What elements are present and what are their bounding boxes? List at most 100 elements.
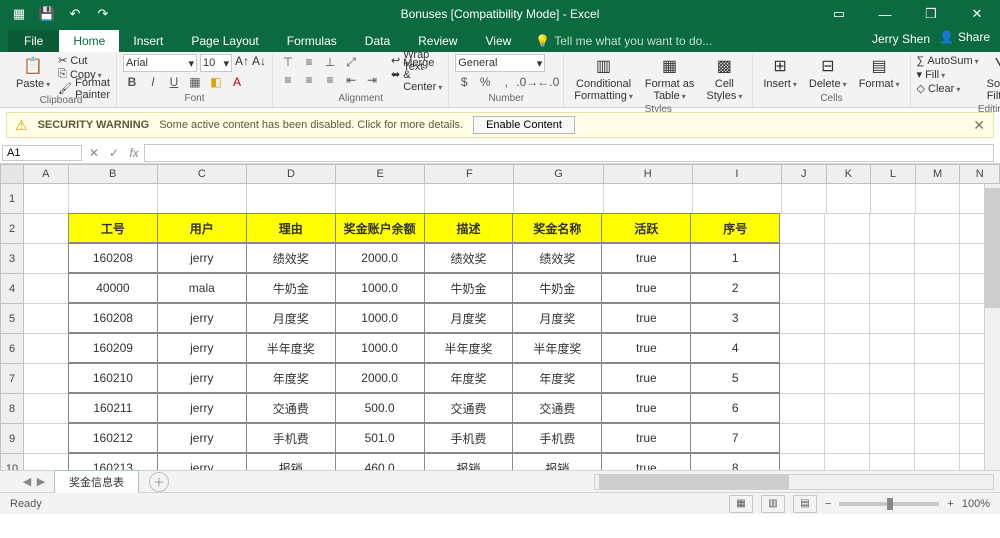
- table-cell[interactable]: 交通费: [246, 393, 336, 423]
- cell[interactable]: [870, 214, 915, 244]
- cell[interactable]: [915, 454, 960, 470]
- table-cell[interactable]: 手机费: [424, 423, 514, 453]
- cell[interactable]: [782, 184, 827, 214]
- table-header-cell[interactable]: 用户: [157, 213, 247, 243]
- cell[interactable]: [24, 184, 69, 214]
- format-cells-button[interactable]: ▤Format: [855, 54, 904, 92]
- align-bottom-icon[interactable]: ⊥: [321, 54, 339, 70]
- col-header[interactable]: H: [604, 164, 693, 184]
- table-cell[interactable]: 绩效奖: [512, 243, 602, 273]
- table-cell[interactable]: 6: [690, 393, 780, 423]
- table-cell[interactable]: jerry: [157, 393, 247, 423]
- table-cell[interactable]: 交通费: [424, 393, 514, 423]
- table-cell[interactable]: 1000.0: [335, 333, 425, 363]
- indent-inc-icon[interactable]: ⇥: [363, 72, 381, 88]
- cell[interactable]: [825, 424, 870, 454]
- table-cell[interactable]: 460.0: [335, 453, 425, 470]
- tab-file[interactable]: File: [8, 30, 59, 52]
- table-cell[interactable]: 500.0: [335, 393, 425, 423]
- cell[interactable]: [158, 184, 247, 214]
- row-header[interactable]: 3: [0, 244, 24, 274]
- cell[interactable]: [915, 424, 960, 454]
- col-header[interactable]: L: [871, 164, 916, 184]
- col-header[interactable]: A: [24, 164, 69, 184]
- cell[interactable]: [780, 454, 825, 470]
- format-painter-button[interactable]: 🖌Format Painter: [58, 82, 110, 95]
- sort-filter-button[interactable]: ᗐSort & Filter: [983, 54, 1000, 104]
- cell[interactable]: [693, 184, 782, 214]
- cell[interactable]: [514, 184, 603, 214]
- table-cell[interactable]: jerry: [157, 363, 247, 393]
- align-center-icon[interactable]: ≡: [300, 72, 318, 88]
- cell[interactable]: [915, 364, 960, 394]
- table-cell[interactable]: 160211: [68, 393, 158, 423]
- close-button[interactable]: ✕: [954, 0, 1000, 28]
- table-cell[interactable]: true: [601, 333, 691, 363]
- cell[interactable]: [24, 364, 69, 394]
- percent-icon[interactable]: %: [476, 74, 494, 90]
- table-cell[interactable]: mala: [157, 273, 247, 303]
- cell[interactable]: [336, 184, 425, 214]
- view-normal-button[interactable]: ▦: [729, 495, 753, 513]
- cell[interactable]: [425, 184, 514, 214]
- tell-me[interactable]: 💡Tell me what you want to do...: [525, 30, 722, 52]
- cell[interactable]: [825, 364, 870, 394]
- cell[interactable]: [780, 364, 825, 394]
- zoom-out-button[interactable]: −: [825, 498, 831, 510]
- table-cell[interactable]: jerry: [157, 303, 247, 333]
- column-headers[interactable]: ABCDEFGHIJKLMN: [24, 164, 1000, 184]
- table-cell[interactable]: 2000.0: [335, 243, 425, 273]
- clear-button[interactable]: ◇Clear: [917, 82, 979, 95]
- cell[interactable]: [870, 424, 915, 454]
- row-headers[interactable]: 1234567891011: [0, 164, 24, 470]
- minimize-button[interactable]: —: [862, 0, 908, 28]
- format-as-table-button[interactable]: ▦Format as Table: [641, 54, 699, 104]
- font-color-button[interactable]: A: [228, 74, 246, 90]
- table-cell[interactable]: 160208: [68, 303, 158, 333]
- save-icon[interactable]: 💾: [36, 3, 58, 25]
- row-header[interactable]: 5: [0, 304, 24, 334]
- cell[interactable]: [871, 184, 916, 214]
- table-cell[interactable]: 牛奶金: [424, 273, 514, 303]
- cell[interactable]: [825, 394, 870, 424]
- security-close-icon[interactable]: ✕: [973, 117, 985, 134]
- cell[interactable]: [780, 214, 825, 244]
- col-header[interactable]: N: [960, 164, 1000, 184]
- table-cell[interactable]: jerry: [157, 243, 247, 273]
- col-header[interactable]: K: [827, 164, 872, 184]
- cell[interactable]: [780, 394, 825, 424]
- view-page-layout-button[interactable]: ▥: [761, 495, 785, 513]
- cell[interactable]: [915, 334, 960, 364]
- col-header[interactable]: I: [693, 164, 782, 184]
- zoom-level[interactable]: 100%: [962, 498, 990, 510]
- fill-button[interactable]: ▾Fill: [917, 68, 979, 81]
- share-button[interactable]: 👤Share: [939, 30, 990, 44]
- table-cell[interactable]: 报销: [512, 453, 602, 470]
- table-cell[interactable]: jerry: [157, 423, 247, 453]
- table-cell[interactable]: 月度奖: [424, 303, 514, 333]
- table-cell[interactable]: 报销: [246, 453, 336, 470]
- table-cell[interactable]: 绩效奖: [424, 243, 514, 273]
- border-button[interactable]: ▦: [186, 74, 204, 90]
- row-header[interactable]: 9: [0, 424, 24, 454]
- name-box[interactable]: [2, 145, 82, 161]
- redo-icon[interactable]: ↷: [92, 3, 114, 25]
- table-cell[interactable]: 月度奖: [512, 303, 602, 333]
- currency-icon[interactable]: $: [455, 74, 473, 90]
- enter-fx-icon[interactable]: ✓: [104, 146, 124, 160]
- table-cell[interactable]: 40000: [68, 273, 158, 303]
- col-header[interactable]: C: [158, 164, 247, 184]
- cell[interactable]: [69, 184, 158, 214]
- underline-button[interactable]: U: [165, 74, 183, 90]
- align-top-icon[interactable]: ⊤: [279, 54, 297, 70]
- table-header-cell[interactable]: 描述: [424, 213, 514, 243]
- tab-formulas[interactable]: Formulas: [273, 30, 351, 52]
- table-cell[interactable]: 2000.0: [335, 363, 425, 393]
- indent-dec-icon[interactable]: ⇤: [342, 72, 360, 88]
- table-header-cell[interactable]: 奖金账户余额: [335, 213, 425, 243]
- cell-styles-button[interactable]: ▩Cell Styles: [702, 54, 746, 104]
- zoom-in-button[interactable]: +: [947, 498, 953, 510]
- dec-decimal-icon[interactable]: ←.0: [539, 74, 557, 90]
- col-header[interactable]: E: [336, 164, 425, 184]
- cell[interactable]: [780, 244, 825, 274]
